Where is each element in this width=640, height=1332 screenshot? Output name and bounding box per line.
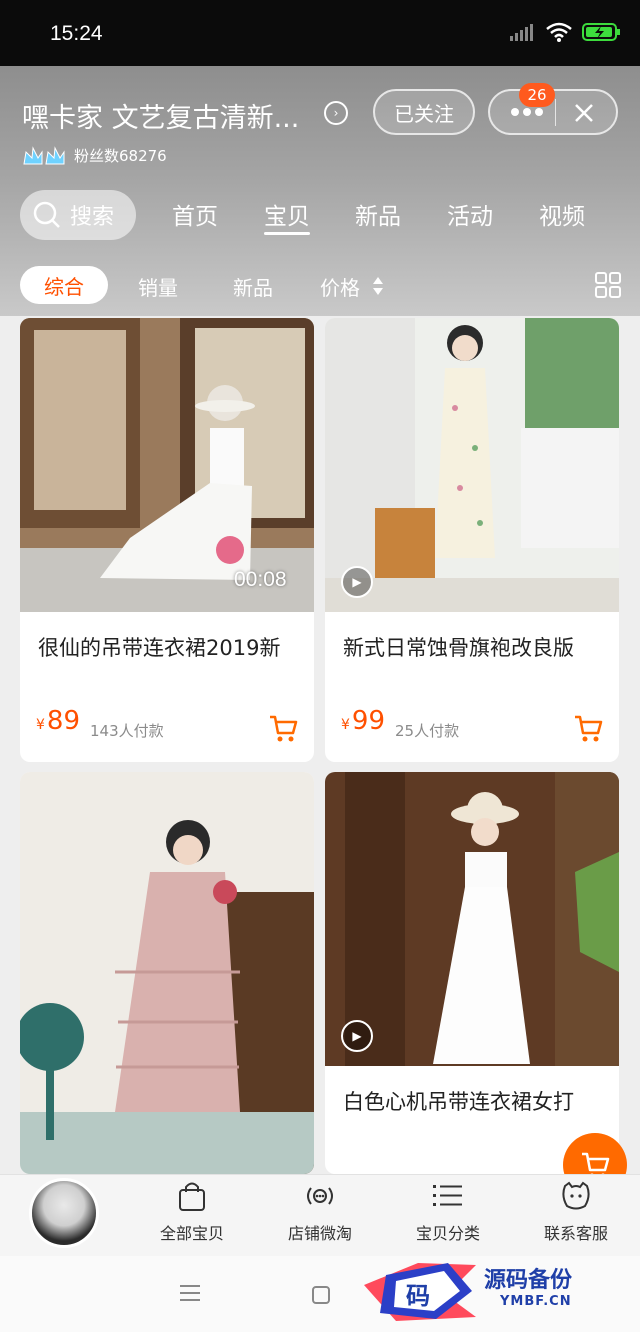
product-price: ¥ 99 [341, 706, 386, 736]
fans-count: 粉丝数68276 [74, 147, 167, 165]
more-dots-icon[interactable] [510, 106, 544, 118]
product-title[interactable]: 白色心机吊带连衣裙女打 [343, 1086, 574, 1116]
tab-categories[interactable]: 宝贝分类 [398, 1180, 498, 1244]
product-card[interactable] [20, 772, 314, 1174]
filter-comprehensive[interactable]: 综合 [20, 266, 108, 304]
filter-new[interactable]: 新品 [233, 272, 273, 301]
product-image[interactable] [20, 772, 314, 1174]
active-tab-indicator [264, 232, 310, 235]
product-card[interactable]: ▶ 新式日常蚀骨旗袍改良版 ¥ 99 25人付款 [325, 318, 619, 762]
shop-avatar[interactable] [29, 1178, 99, 1248]
watermark-brand: 源码备份 [484, 1267, 573, 1293]
signal-icon [510, 24, 533, 41]
product-card[interactable]: ▶ 白色心机吊带连衣裙女打 [325, 772, 619, 1174]
status-time: 15:24 [50, 22, 103, 45]
search-icon [33, 201, 60, 228]
tab-products[interactable]: 宝贝 [264, 197, 310, 231]
watermark-glyph: 码 [406, 1281, 430, 1310]
tab-home[interactable]: 首页 [172, 197, 218, 231]
product-image[interactable]: 00:08 [20, 318, 314, 612]
tab-customer-service[interactable]: 联系客服 [526, 1180, 626, 1244]
product-image[interactable]: ▶ [325, 772, 619, 1066]
follow-button[interactable]: 已关注 [373, 89, 475, 135]
product-price: ¥ 89 [36, 706, 81, 736]
filter-price[interactable]: 价格 [320, 272, 360, 301]
category-list-icon [433, 1185, 462, 1206]
fans-row: 粉丝数68276 [22, 145, 167, 166]
product-title[interactable]: 很仙的吊带连衣裙2019新 [38, 632, 280, 662]
menu-icon[interactable] [180, 1284, 200, 1302]
watermark-domain: YMBF.CN [500, 1294, 572, 1309]
product-card[interactable]: 00:08 很仙的吊带连衣裙2019新 ¥ 89 143人付款 [20, 318, 314, 762]
filter-sales[interactable]: 销量 [138, 272, 178, 301]
tab-all-products[interactable]: 全部宝贝 [142, 1180, 242, 1244]
battery-icon [582, 23, 620, 41]
tab-activity[interactable]: 活动 [447, 197, 493, 231]
sold-count: 143人付款 [90, 722, 164, 740]
sort-arrows-icon[interactable] [372, 276, 384, 296]
play-icon[interactable]: ▶ [341, 1020, 373, 1052]
search-button[interactable]: 搜索 [20, 190, 136, 240]
broadcast-icon [307, 1187, 333, 1205]
product-image[interactable]: ▶ [325, 318, 619, 612]
play-icon[interactable]: ▶ [341, 566, 373, 598]
product-title[interactable]: 新式日常蚀骨旗袍改良版 [343, 632, 574, 662]
chevron-right-icon[interactable]: › [324, 101, 348, 125]
sold-count: 25人付款 [395, 722, 460, 740]
shop-name[interactable]: 嘿卡家 文艺复古清新... [22, 96, 299, 135]
notification-badge: 26 [519, 83, 555, 107]
grid-view-icon[interactable] [595, 272, 621, 298]
cart-icon[interactable] [573, 713, 603, 743]
tab-new[interactable]: 新品 [355, 197, 401, 231]
wifi-icon [546, 22, 572, 42]
status-bar: 15:24 [0, 0, 640, 66]
tab-shop-feed[interactable]: 店铺微淘 [270, 1180, 370, 1244]
chat-face-icon [562, 1181, 590, 1210]
close-icon[interactable] [574, 103, 594, 123]
tab-video[interactable]: 视频 [539, 197, 585, 231]
shopping-bag-icon [179, 1182, 205, 1211]
crown-icon [23, 145, 65, 164]
capsule-divider [555, 99, 556, 126]
cart-icon[interactable] [268, 713, 298, 743]
search-label: 搜索 [70, 205, 115, 230]
video-duration: 00:08 [234, 568, 287, 591]
home-icon[interactable] [312, 1286, 330, 1304]
